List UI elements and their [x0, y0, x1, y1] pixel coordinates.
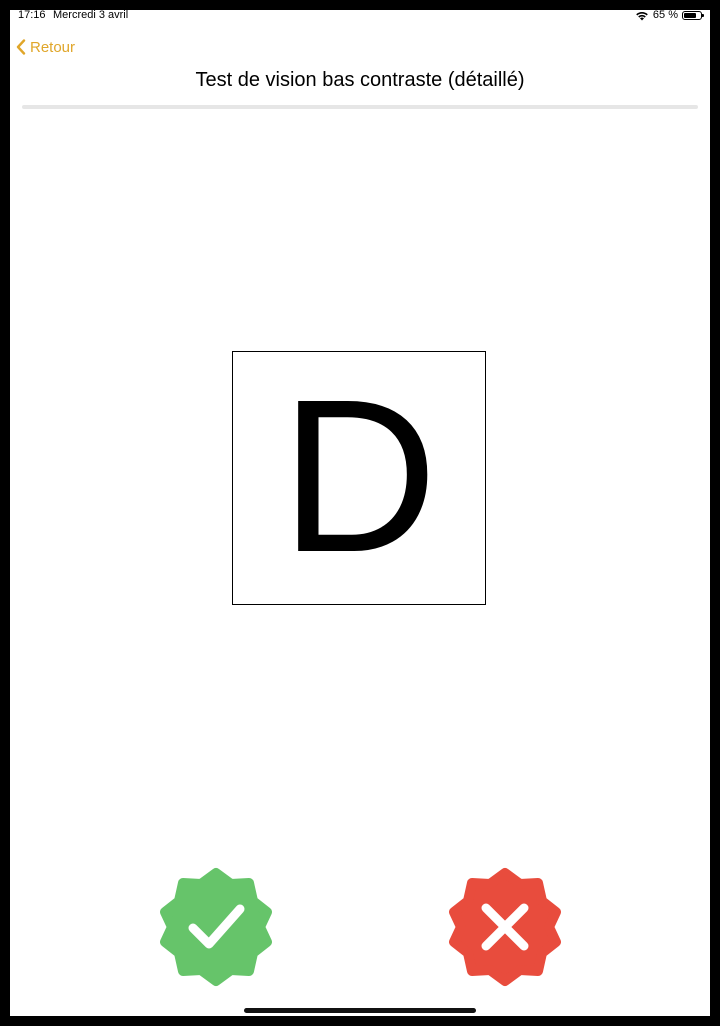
chevron-left-icon: [16, 39, 26, 55]
screen: 17:16 Mercredi 3 avril 65 % Retour Test …: [10, 10, 710, 1016]
progress-divider: [22, 105, 698, 109]
battery-icon: [682, 10, 704, 20]
page-title: Test de vision bas contraste (détaillé): [195, 69, 525, 91]
back-label: Retour: [30, 38, 76, 56]
battery-percent: 65 %: [652, 10, 678, 21]
test-letter: D: [280, 355, 438, 598]
wifi-icon: [636, 11, 648, 20]
letter-display: D: [232, 351, 486, 605]
x-badge-icon: [449, 868, 561, 986]
status-date: Mercredi 3 avril: [53, 10, 129, 21]
back-button[interactable]: Retour: [16, 36, 75, 58]
status-right: 65 %: [635, 10, 704, 21]
status-time: 17:16: [18, 10, 46, 21]
no-button[interactable]: [442, 864, 568, 990]
status-bar: 17:16 Mercredi 3 avril 65 %: [10, 10, 710, 24]
yes-button[interactable]: [153, 864, 279, 990]
checkmark-badge-icon: [160, 868, 272, 986]
home-indicator[interactable]: [244, 1008, 476, 1013]
